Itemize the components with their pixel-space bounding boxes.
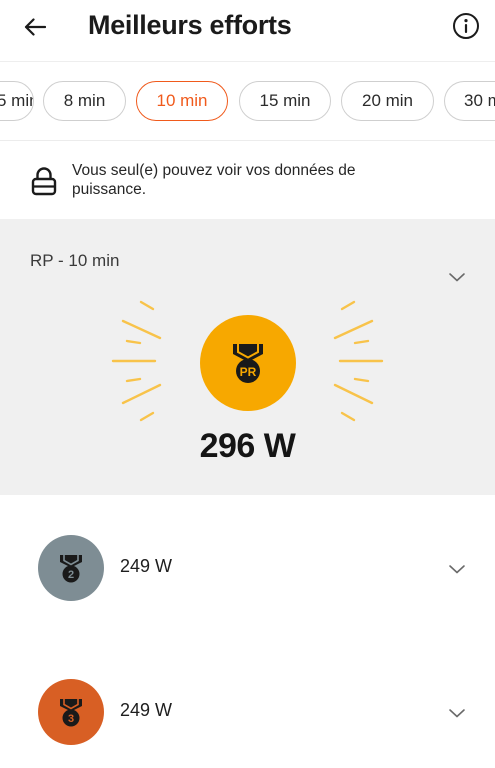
info-circle-icon bbox=[453, 13, 479, 39]
bronze-medal-icon: 3 bbox=[60, 699, 82, 727]
divider bbox=[0, 140, 495, 141]
chevron-down-icon[interactable] bbox=[448, 563, 466, 575]
back-button[interactable] bbox=[20, 12, 50, 42]
rank-3-medal: 3 bbox=[38, 679, 104, 745]
privacy-notice: Vous seul(e) pouvez voir vos données de … bbox=[72, 162, 356, 198]
pr-badge-text: PR bbox=[240, 365, 257, 379]
chip-label: 30 min bbox=[464, 91, 495, 110]
rank-2-medal: 2 bbox=[38, 535, 104, 601]
effort-row-rank-2[interactable]: 2 249 W bbox=[0, 528, 495, 608]
info-button[interactable] bbox=[451, 11, 481, 41]
pr-medal-icon: PR bbox=[233, 344, 263, 383]
duration-chip[interactable]: 15 min bbox=[239, 81, 331, 121]
duration-chip[interactable]: 30 min bbox=[444, 81, 495, 121]
silver-medal-icon: 2 bbox=[60, 555, 82, 583]
lock-icon bbox=[31, 167, 57, 196]
chevron-down-icon[interactable] bbox=[448, 707, 466, 719]
duration-chip[interactable]: 8 min bbox=[43, 81, 126, 121]
duration-chip-selected[interactable]: 10 min bbox=[136, 81, 228, 121]
chip-label: 15 min bbox=[259, 91, 311, 110]
duration-selector: 5 min 8 min 10 min 15 min 20 min 30 min bbox=[0, 81, 495, 123]
duration-chip[interactable]: 20 min bbox=[341, 81, 434, 121]
rank-number: 3 bbox=[68, 713, 74, 725]
header: Meilleurs efforts bbox=[0, 0, 495, 62]
effort-value: 249 W bbox=[120, 700, 173, 720]
page-title: Meilleurs efforts bbox=[88, 10, 292, 40]
effort-row-rank-3[interactable]: 3 249 W bbox=[0, 672, 495, 752]
chip-label: 8 min bbox=[63, 91, 106, 110]
personal-record-card[interactable]: RP - 10 min PR 296 W bbox=[0, 219, 495, 495]
record-value: 296 W bbox=[199, 427, 296, 465]
chip-label: 20 min bbox=[361, 91, 414, 110]
arrow-left-icon bbox=[24, 18, 46, 36]
rank-number: 2 bbox=[68, 569, 74, 581]
chip-label: 5 min bbox=[0, 91, 33, 110]
pr-medal-badge: PR bbox=[200, 315, 296, 411]
effort-value: 249 W bbox=[120, 556, 173, 576]
best-efforts-screen: Meilleurs efforts 5 min 8 min 10 min 15 … bbox=[0, 0, 495, 768]
duration-chip[interactable]: 5 min bbox=[0, 81, 34, 121]
chip-label: 10 min bbox=[156, 91, 208, 110]
